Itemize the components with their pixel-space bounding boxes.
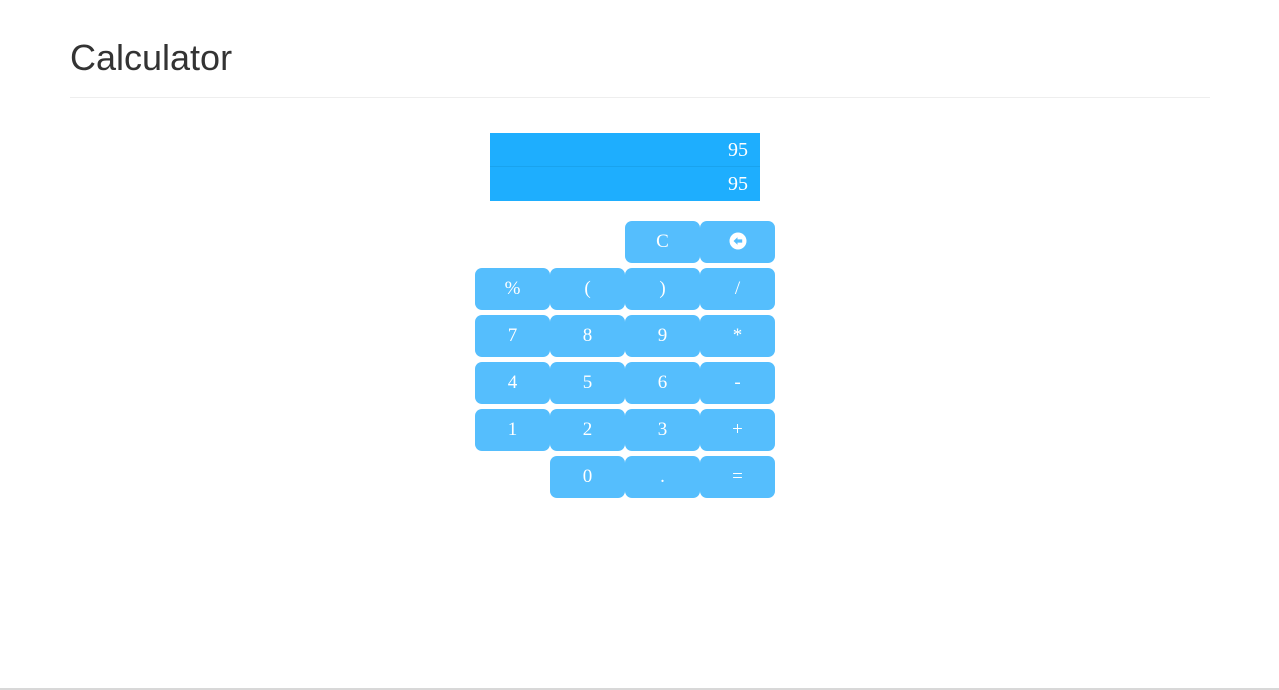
key-row: 7 8 9 * — [475, 315, 775, 362]
page-title: Calculator — [70, 37, 233, 78]
key-row: 0 . = — [475, 456, 775, 503]
digit-8-button[interactable]: 8 — [550, 315, 625, 357]
expression-display: 95 — [490, 133, 760, 167]
key-row: C — [475, 221, 775, 268]
percent-button[interactable]: % — [475, 268, 550, 310]
keypad: C % ( ) / 7 8 9 * 4 5 6 - 1 2 3 + 0 . = — [475, 221, 775, 503]
digit-2-button[interactable]: 2 — [550, 409, 625, 451]
page-header: Calculator — [70, 0, 1210, 98]
key-row: 1 2 3 + — [475, 409, 775, 456]
open-paren-button[interactable]: ( — [550, 268, 625, 310]
key-row: % ( ) / — [475, 268, 775, 315]
digit-0-button[interactable]: 0 — [550, 456, 625, 498]
digit-6-button[interactable]: 6 — [625, 362, 700, 404]
digit-7-button[interactable]: 7 — [475, 315, 550, 357]
multiply-button[interactable]: * — [700, 315, 775, 357]
decimal-button[interactable]: . — [625, 456, 700, 498]
digit-4-button[interactable]: 4 — [475, 362, 550, 404]
backspace-button[interactable] — [700, 221, 775, 263]
divide-button[interactable]: / — [700, 268, 775, 310]
result-display: 95 — [728, 173, 748, 195]
key-row: 4 5 6 - — [475, 362, 775, 409]
equals-button[interactable]: = — [700, 456, 775, 498]
digit-9-button[interactable]: 9 — [625, 315, 700, 357]
add-button[interactable]: + — [700, 409, 775, 451]
calculator-display: 95 95 — [490, 133, 760, 201]
close-paren-button[interactable]: ) — [625, 268, 700, 310]
digit-3-button[interactable]: 3 — [625, 409, 700, 451]
clear-button[interactable]: C — [625, 221, 700, 263]
subtract-button[interactable]: - — [700, 362, 775, 404]
digit-1-button[interactable]: 1 — [475, 409, 550, 451]
digit-5-button[interactable]: 5 — [550, 362, 625, 404]
backspace-icon — [729, 232, 746, 250]
